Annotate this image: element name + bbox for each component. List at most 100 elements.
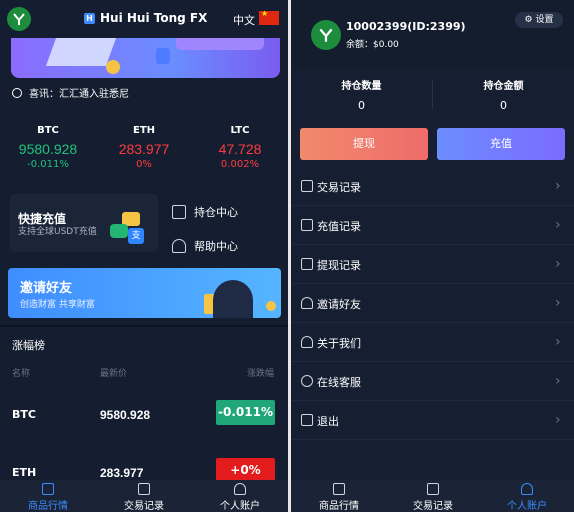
menu-label: 退出 (317, 415, 339, 428)
tab-account[interactable]: 个人账户 (479, 480, 574, 512)
menu-label: 邀请好友 (317, 298, 361, 311)
tab-trade-records[interactable]: 交易记录 (385, 480, 481, 512)
user-icon (301, 297, 313, 309)
menu-label: 在线客服 (317, 376, 361, 389)
globe-icon (12, 87, 22, 98)
tab-market[interactable]: 商品行情 (291, 480, 387, 512)
row-price: 9580.928 (100, 408, 151, 422)
market-screen: H Hui Hui Tong FX 中文 喜讯：汇汇通入驻悉尼 BTC 9580… (0, 0, 288, 512)
tab-trade-records[interactable]: 交易记录 (96, 480, 192, 512)
bottom-tab-bar: 商品行情 交易记录 个人账户 (0, 480, 288, 512)
chevron-right-icon: › (555, 334, 561, 350)
invite-title: 邀请好友 (20, 281, 73, 296)
stat-value: 0 (500, 99, 507, 112)
ticker-btc[interactable]: BTC 9580.928 -0.011% (0, 125, 96, 170)
section-divider (0, 325, 288, 327)
help-center-link[interactable]: 帮助中心 (172, 238, 238, 254)
quick-deposit-card[interactable]: 快捷充值 支持全球USDT充值 支 (10, 194, 158, 252)
document-icon (172, 205, 186, 219)
user-id: 10002399(ID:2399) (346, 20, 466, 33)
notice-bar[interactable]: 喜讯：汇汇通入驻悉尼 (12, 85, 129, 100)
table-row[interactable]: BTC 9580.928 -0.011% (0, 396, 288, 436)
tab-label: 交易记录 (124, 501, 164, 512)
language-switch[interactable]: 中文 (233, 12, 255, 28)
ticker-eth[interactable]: ETH 283.977 0% (96, 125, 192, 170)
ranking-header-change: 涨跌幅 (247, 369, 275, 379)
ticker-change: -0.011% (27, 159, 69, 170)
invite-banner[interactable]: 邀请好友 创造财富 共享财富 (8, 268, 281, 318)
ticker-ltc[interactable]: LTC 47.728 0.002% (192, 125, 288, 170)
china-flag-icon[interactable] (259, 9, 279, 25)
settings-button[interactable]: ⚙ 设置 (515, 12, 563, 28)
invite-subtitle: 创造财富 共享财富 (20, 300, 95, 310)
user-icon (521, 483, 533, 495)
menu-withdraw-records[interactable]: 提现记录 › (291, 245, 574, 284)
tab-label: 商品行情 (28, 501, 68, 512)
menu-about-us[interactable]: 关于我们 › (291, 323, 574, 362)
banner-pill (176, 38, 264, 50)
balance-text: 余额：$0.00 (346, 40, 399, 50)
ticker-price: 283.977 (118, 141, 170, 157)
menu-logout[interactable]: 退出 › (291, 401, 574, 440)
wechat-icon (110, 224, 128, 238)
tab-market[interactable]: 商品行情 (0, 480, 96, 512)
menu-invite-friends[interactable]: 邀请好友 › (291, 284, 574, 323)
document-icon (301, 258, 313, 270)
ticker-name: BTC (37, 125, 59, 136)
row-change-badge: -0.011% (216, 400, 275, 425)
tab-label: 个人账户 (220, 501, 260, 512)
chat-bubble-icon (301, 375, 313, 387)
brand-name: Hui Hui Tong FX (100, 11, 208, 25)
tab-account[interactable]: 个人账户 (192, 480, 288, 512)
ticker-change: 0.002% (220, 159, 260, 170)
ticker-name: ETH (132, 125, 156, 136)
logo-icon (7, 7, 31, 31)
withdraw-button[interactable]: 提现 (300, 128, 428, 160)
row-price: 283.977 (100, 466, 144, 480)
account-header: 10002399(ID:2399) 余额：$0.00 ⚙ 设置 (291, 0, 574, 70)
chart-icon (42, 483, 54, 495)
document-icon (301, 180, 313, 192)
alipay-icon: 支 (128, 228, 144, 244)
menu-label: 关于我们 (317, 337, 361, 350)
bottom-tab-bar: 商品行情 交易记录 个人账户 (291, 480, 574, 512)
quick-deposit-title: 快捷充值 (18, 212, 67, 226)
row-symbol: BTC (12, 408, 36, 421)
ranking-header-price: 最新价 (100, 369, 128, 379)
chevron-right-icon: › (555, 373, 561, 389)
chevron-right-icon: › (555, 295, 561, 311)
clipboard-icon (427, 483, 439, 495)
graduation-cap-icon (172, 239, 186, 253)
top-bar: H Hui Hui Tong FX 中文 (0, 0, 288, 38)
ticker-price: 9580.928 (18, 141, 78, 157)
menu-label: 交易记录 (317, 181, 361, 194)
menu-label: 充值记录 (317, 220, 361, 233)
menu-label: 提现记录 (317, 259, 361, 272)
chevron-right-icon: › (555, 217, 561, 233)
quick-actions: 快捷充值 支持全球USDT充值 支 持仓中心 帮助中心 (0, 190, 288, 260)
menu-trade-records[interactable]: 交易记录 › (291, 167, 574, 206)
chart-icon (333, 483, 345, 495)
tab-label: 个人账户 (507, 501, 547, 512)
tab-label: 商品行情 (319, 501, 359, 512)
help-center-label: 帮助中心 (194, 240, 238, 253)
promo-banner[interactable] (11, 38, 280, 78)
person-illustration (213, 280, 253, 318)
menu-deposit-records[interactable]: 充值记录 › (291, 206, 574, 245)
ticker-price: 47.728 (218, 141, 262, 157)
account-screen: 10002399(ID:2399) 余额：$0.00 ⚙ 设置 持仓数量 0 持… (291, 0, 574, 512)
clipboard-icon (138, 483, 150, 495)
wallet-icon (301, 219, 313, 231)
chevron-right-icon: › (555, 256, 561, 272)
avatar[interactable] (311, 20, 341, 50)
menu-online-service[interactable]: 在线客服 › (291, 362, 574, 401)
shield-illustration (156, 48, 170, 64)
position-center-link[interactable]: 持仓中心 (172, 204, 238, 220)
deposit-button[interactable]: 充值 (437, 128, 565, 160)
position-center-label: 持仓中心 (194, 206, 238, 219)
ticker-strip: BTC 9580.928 -0.011% ETH 283.977 0% LTC … (0, 113, 288, 177)
coin-illustration (266, 301, 276, 311)
notice-text: 喜讯：汇汇通入驻悉尼 (29, 89, 129, 100)
stat-position-amount: 持仓金额 0 (433, 77, 574, 112)
user-icon (234, 483, 246, 495)
